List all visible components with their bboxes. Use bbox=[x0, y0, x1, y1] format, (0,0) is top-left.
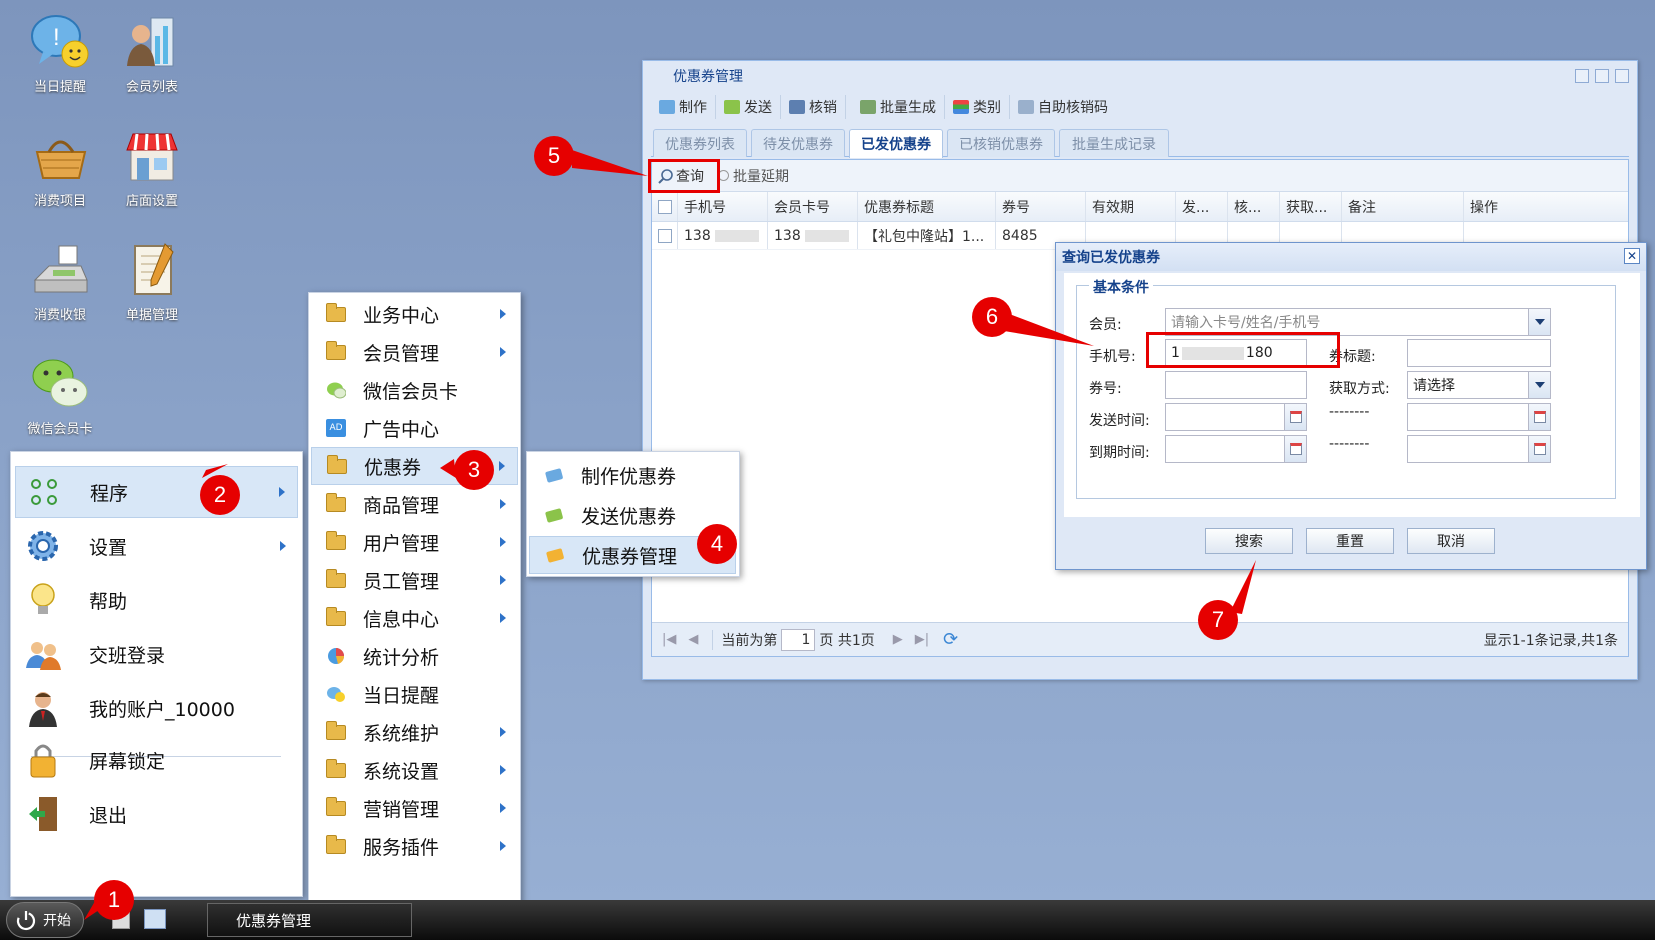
annotation-badge: 5 bbox=[534, 136, 574, 176]
annotation-arrows bbox=[84, 150, 1256, 920]
annotation-badge: 7 bbox=[1198, 600, 1238, 640]
annotation-badge: 2 bbox=[200, 475, 240, 515]
annotation-badge: 4 bbox=[697, 524, 737, 564]
annotation-badge: 3 bbox=[454, 450, 494, 490]
annotation-badge: 1 bbox=[94, 880, 134, 920]
annotation-badge: 6 bbox=[972, 297, 1012, 337]
highlight-box-query bbox=[648, 159, 720, 193]
highlight-box-phone bbox=[1146, 332, 1340, 368]
